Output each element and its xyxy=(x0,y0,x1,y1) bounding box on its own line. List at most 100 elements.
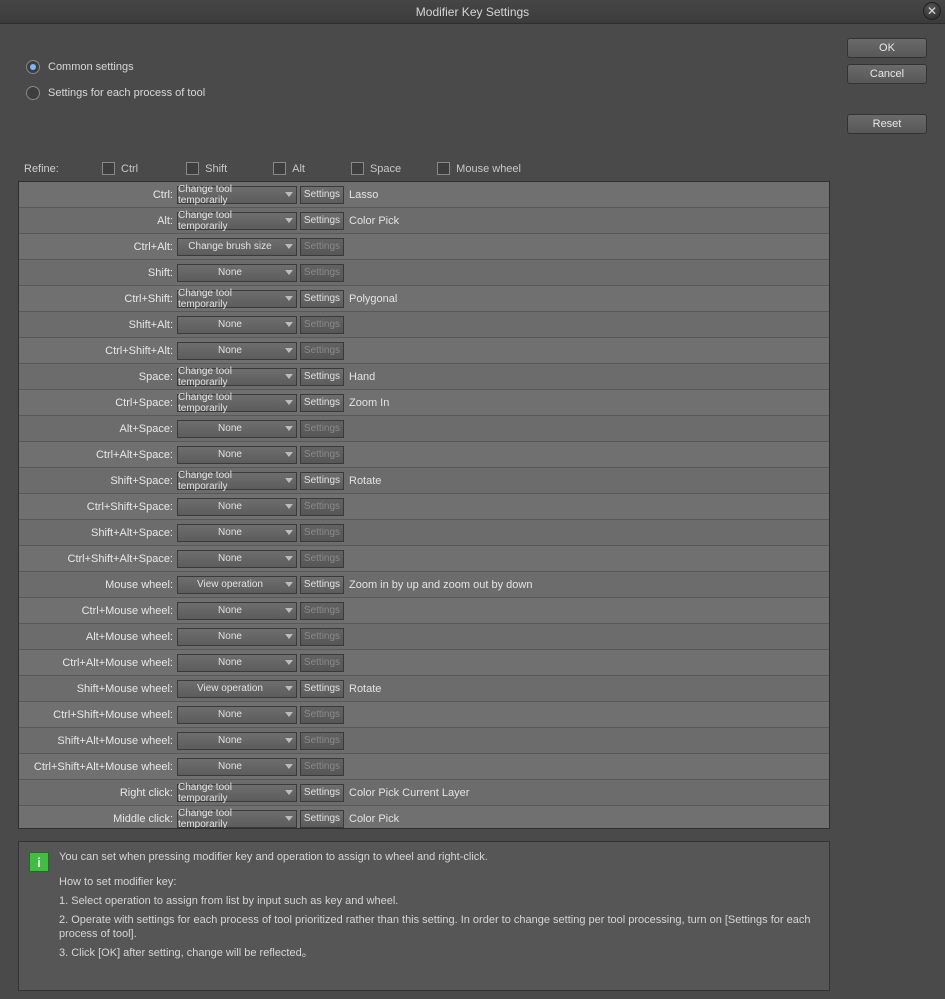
operation-dropdown[interactable]: None xyxy=(177,706,297,724)
table-row: Ctrl+Shift+Alt+Mouse wheel:NoneSettings xyxy=(19,754,829,780)
refine-ctrl-checkbox[interactable] xyxy=(102,162,115,175)
modifier-key-label: Ctrl+Shift+Alt+Mouse wheel: xyxy=(19,761,177,773)
operation-dropdown[interactable]: View operation xyxy=(177,576,297,594)
modifier-key-label: Ctrl+Alt+Mouse wheel: xyxy=(19,657,177,669)
operation-description: Color Pick Current Layer xyxy=(349,787,469,799)
radio-common-label: Common settings xyxy=(48,61,134,73)
chevron-down-icon xyxy=(285,244,293,249)
settings-button[interactable]: Settings xyxy=(300,810,344,828)
settings-button[interactable]: Settings xyxy=(300,290,344,308)
cancel-button[interactable]: Cancel xyxy=(847,64,927,84)
modifier-key-label: Ctrl+Shift+Mouse wheel: xyxy=(19,709,177,721)
modifier-key-label: Ctrl+Space: xyxy=(19,397,177,409)
operation-dropdown[interactable]: Change tool temporarily xyxy=(177,186,297,204)
operation-description: Zoom in by up and zoom out by down xyxy=(349,579,532,591)
settings-button[interactable]: Settings xyxy=(300,186,344,204)
table-row: Ctrl+Shift+Alt+Space:NoneSettings xyxy=(19,546,829,572)
window-title: Modifier Key Settings xyxy=(416,5,529,19)
modifier-key-label: Middle click: xyxy=(19,813,177,825)
operation-dropdown[interactable]: View operation xyxy=(177,680,297,698)
operation-dropdown[interactable]: Change tool temporarily xyxy=(177,394,297,412)
chevron-down-icon xyxy=(285,504,293,509)
settings-button[interactable]: Settings xyxy=(300,212,344,230)
operation-dropdown[interactable]: Change tool temporarily xyxy=(177,290,297,308)
refine-wheel-checkbox[interactable] xyxy=(437,162,450,175)
chevron-down-icon xyxy=(285,764,293,769)
modifier-table[interactable]: Ctrl:Change tool temporarilySettingsLass… xyxy=(18,181,830,829)
table-row: Shift:NoneSettings xyxy=(19,260,829,286)
refine-shift-checkbox[interactable] xyxy=(186,162,199,175)
refine-label: Refine: xyxy=(24,163,84,175)
settings-button: Settings xyxy=(300,524,344,542)
operation-dropdown[interactable]: None xyxy=(177,316,297,334)
operation-dropdown[interactable]: None xyxy=(177,550,297,568)
modifier-key-label: Shift: xyxy=(19,267,177,279)
table-row: Shift+Alt+Mouse wheel:NoneSettings xyxy=(19,728,829,754)
operation-dropdown[interactable]: None xyxy=(177,498,297,516)
operation-dropdown[interactable]: Change tool temporarily xyxy=(177,368,297,386)
dialog-body: OK Cancel Reset Common settings Settings… xyxy=(0,24,945,999)
operation-description: Zoom In xyxy=(349,397,389,409)
operation-dropdown[interactable]: None xyxy=(177,524,297,542)
modifier-key-label: Shift+Mouse wheel: xyxy=(19,683,177,695)
table-row: Ctrl+Mouse wheel:NoneSettings xyxy=(19,598,829,624)
settings-button[interactable]: Settings xyxy=(300,680,344,698)
modifier-key-label: Mouse wheel: xyxy=(19,579,177,591)
operation-dropdown[interactable]: None xyxy=(177,628,297,646)
settings-mode-group: Common settings Settings for each proces… xyxy=(26,54,927,106)
operation-description: Lasso xyxy=(349,189,378,201)
operation-dropdown[interactable]: None xyxy=(177,342,297,360)
operation-dropdown[interactable]: None xyxy=(177,758,297,776)
settings-button[interactable]: Settings xyxy=(300,394,344,412)
ok-button[interactable]: OK xyxy=(847,38,927,58)
operation-dropdown[interactable]: None xyxy=(177,654,297,672)
chevron-down-icon xyxy=(285,582,293,587)
refine-alt-checkbox[interactable] xyxy=(273,162,286,175)
operation-dropdown[interactable]: Change tool temporarily xyxy=(177,810,297,828)
operation-dropdown[interactable]: Change brush size xyxy=(177,238,297,256)
close-icon[interactable]: ✕ xyxy=(923,2,941,20)
refine-space-label: Space xyxy=(370,163,401,175)
settings-button: Settings xyxy=(300,342,344,360)
table-row: Right click:Change tool temporarilySetti… xyxy=(19,780,829,806)
table-row: Ctrl+Shift+Mouse wheel:NoneSettings xyxy=(19,702,829,728)
table-row: Shift+Alt+Space:NoneSettings xyxy=(19,520,829,546)
settings-button: Settings xyxy=(300,654,344,672)
table-row: Shift+Mouse wheel:View operationSettings… xyxy=(19,676,829,702)
settings-button: Settings xyxy=(300,420,344,438)
operation-dropdown[interactable]: None xyxy=(177,420,297,438)
settings-button[interactable]: Settings xyxy=(300,472,344,490)
modifier-key-label: Ctrl+Shift+Alt: xyxy=(19,345,177,357)
settings-button[interactable]: Settings xyxy=(300,368,344,386)
operation-dropdown[interactable]: Change tool temporarily xyxy=(177,472,297,490)
operation-dropdown[interactable]: None xyxy=(177,732,297,750)
operation-dropdown[interactable]: None xyxy=(177,602,297,620)
info-line: 2. Operate with settings for each proces… xyxy=(59,913,819,943)
modifier-key-label: Shift+Alt+Mouse wheel: xyxy=(19,735,177,747)
settings-button[interactable]: Settings xyxy=(300,576,344,594)
radio-common-settings[interactable] xyxy=(26,60,40,74)
chevron-down-icon xyxy=(285,400,293,405)
table-row: Ctrl:Change tool temporarilySettings Lass… xyxy=(19,182,829,208)
modifier-key-label: Alt+Mouse wheel: xyxy=(19,631,177,643)
modifier-key-label: Right click: xyxy=(19,787,177,799)
table-row: Space:Change tool temporarilySettingsHan… xyxy=(19,364,829,390)
chevron-down-icon xyxy=(285,218,293,223)
reset-button[interactable]: Reset xyxy=(847,114,927,134)
modifier-key-label: Ctrl: xyxy=(19,189,177,201)
operation-dropdown[interactable]: None xyxy=(177,264,297,282)
operation-dropdown[interactable]: None xyxy=(177,446,297,464)
table-row: Middle click:Change tool temporarilySett… xyxy=(19,806,829,829)
refine-shift-label: Shift xyxy=(205,163,227,175)
operation-dropdown[interactable]: Change tool temporarily xyxy=(177,784,297,802)
operation-dropdown[interactable]: Change tool temporarily xyxy=(177,212,297,230)
table-row: Ctrl+Shift:Change tool temporarilySettin… xyxy=(19,286,829,312)
chevron-down-icon xyxy=(285,738,293,743)
chevron-down-icon xyxy=(285,660,293,665)
refine-space-checkbox[interactable] xyxy=(351,162,364,175)
chevron-down-icon xyxy=(285,374,293,379)
settings-button[interactable]: Settings xyxy=(300,784,344,802)
chevron-down-icon xyxy=(285,634,293,639)
chevron-down-icon xyxy=(285,712,293,717)
radio-per-tool-settings[interactable] xyxy=(26,86,40,100)
